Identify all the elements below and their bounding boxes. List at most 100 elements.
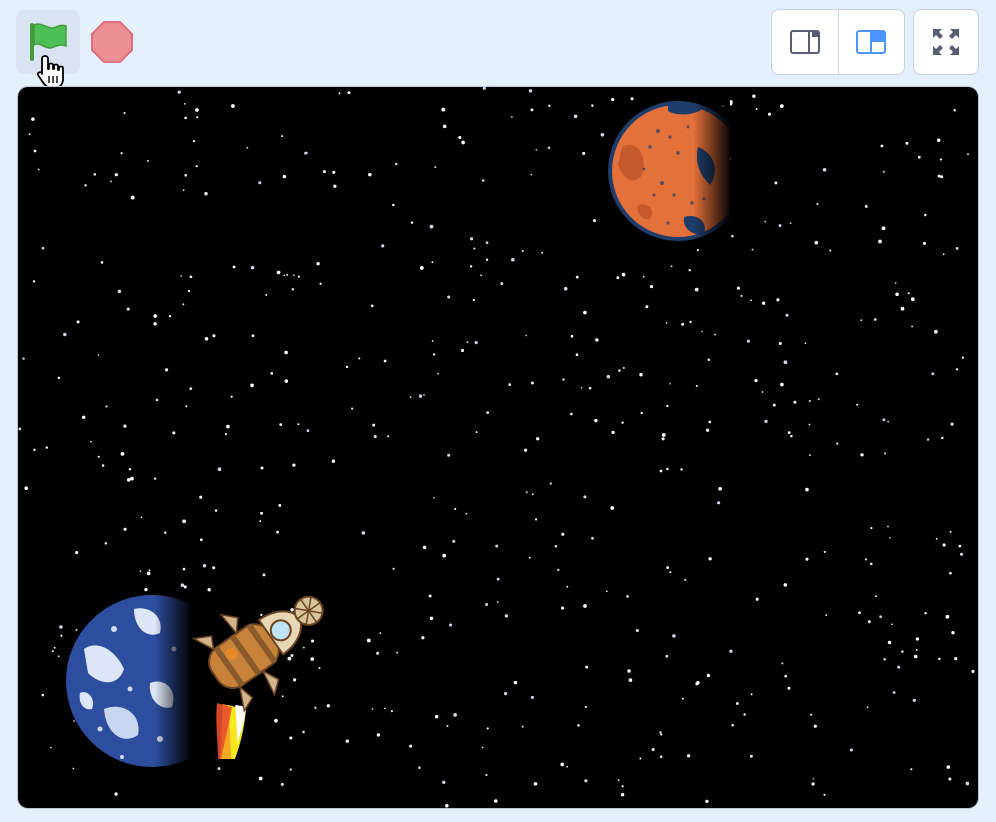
star bbox=[202, 564, 207, 568]
star bbox=[376, 651, 380, 655]
star bbox=[901, 650, 904, 653]
normal-stage-button[interactable] bbox=[839, 10, 905, 74]
star bbox=[189, 387, 193, 390]
star bbox=[682, 697, 684, 700]
star bbox=[534, 518, 538, 521]
star bbox=[372, 423, 376, 427]
star bbox=[856, 403, 859, 406]
star bbox=[622, 366, 625, 369]
planet-mars-sprite[interactable] bbox=[608, 87, 748, 257]
star bbox=[764, 419, 768, 424]
star bbox=[895, 292, 899, 297]
star bbox=[894, 282, 897, 284]
star bbox=[172, 431, 176, 435]
stage-canvas[interactable] bbox=[18, 87, 978, 808]
star bbox=[780, 382, 784, 387]
star bbox=[560, 762, 564, 767]
star bbox=[941, 436, 944, 440]
star bbox=[276, 270, 281, 275]
star bbox=[84, 184, 87, 187]
star bbox=[289, 768, 292, 771]
star bbox=[250, 265, 255, 270]
star bbox=[76, 320, 80, 324]
star bbox=[954, 657, 958, 661]
star bbox=[660, 733, 663, 736]
star bbox=[51, 650, 54, 653]
star bbox=[433, 496, 435, 499]
star bbox=[117, 289, 122, 294]
star bbox=[345, 739, 349, 743]
star bbox=[50, 746, 52, 749]
star bbox=[864, 558, 868, 561]
star bbox=[291, 288, 295, 291]
star bbox=[689, 320, 692, 324]
star bbox=[485, 603, 489, 606]
star bbox=[57, 655, 60, 658]
star bbox=[432, 353, 436, 356]
star bbox=[434, 166, 437, 169]
star bbox=[620, 793, 625, 797]
star bbox=[284, 379, 289, 383]
star bbox=[521, 249, 524, 252]
star bbox=[131, 477, 134, 480]
star bbox=[606, 374, 611, 379]
star bbox=[793, 400, 797, 404]
star bbox=[627, 669, 631, 673]
star bbox=[504, 614, 509, 618]
star bbox=[823, 793, 826, 796]
star bbox=[370, 304, 374, 308]
star bbox=[635, 629, 639, 632]
star bbox=[130, 195, 135, 200]
star bbox=[823, 550, 826, 553]
star bbox=[548, 104, 551, 107]
star bbox=[387, 435, 390, 438]
star bbox=[573, 114, 578, 119]
rocketship-sprite[interactable] bbox=[142, 579, 342, 759]
star bbox=[971, 669, 975, 673]
star bbox=[789, 222, 792, 225]
small-stage-icon bbox=[789, 30, 820, 54]
star bbox=[75, 551, 79, 555]
star bbox=[379, 632, 382, 634]
star bbox=[461, 140, 465, 145]
star bbox=[97, 354, 100, 356]
star bbox=[195, 108, 199, 112]
star bbox=[805, 487, 809, 492]
star bbox=[495, 544, 499, 548]
star bbox=[836, 442, 839, 445]
star bbox=[148, 569, 151, 572]
small-stage-button[interactable] bbox=[772, 10, 839, 74]
star bbox=[63, 332, 67, 337]
star bbox=[696, 681, 700, 685]
stop-button[interactable] bbox=[90, 20, 134, 64]
star bbox=[431, 261, 434, 264]
star bbox=[940, 175, 944, 179]
star bbox=[621, 785, 624, 788]
star bbox=[486, 411, 490, 414]
star bbox=[958, 544, 962, 548]
star bbox=[381, 244, 385, 248]
star bbox=[447, 295, 451, 299]
star bbox=[437, 372, 439, 375]
star bbox=[531, 493, 534, 496]
fullscreen-button[interactable] bbox=[913, 9, 979, 75]
star bbox=[258, 776, 263, 781]
star bbox=[659, 755, 663, 758]
star bbox=[881, 226, 886, 231]
star bbox=[392, 567, 395, 570]
star bbox=[18, 427, 22, 431]
star bbox=[584, 705, 588, 709]
star bbox=[453, 713, 457, 717]
star bbox=[953, 108, 956, 112]
star bbox=[577, 724, 580, 727]
star bbox=[120, 452, 125, 456]
star bbox=[950, 422, 954, 426]
star bbox=[640, 411, 643, 415]
star bbox=[617, 779, 620, 782]
star bbox=[945, 614, 950, 619]
star bbox=[874, 595, 877, 598]
star bbox=[204, 192, 208, 196]
star bbox=[717, 501, 721, 505]
star bbox=[283, 274, 286, 277]
normal-stage-icon bbox=[856, 30, 887, 54]
